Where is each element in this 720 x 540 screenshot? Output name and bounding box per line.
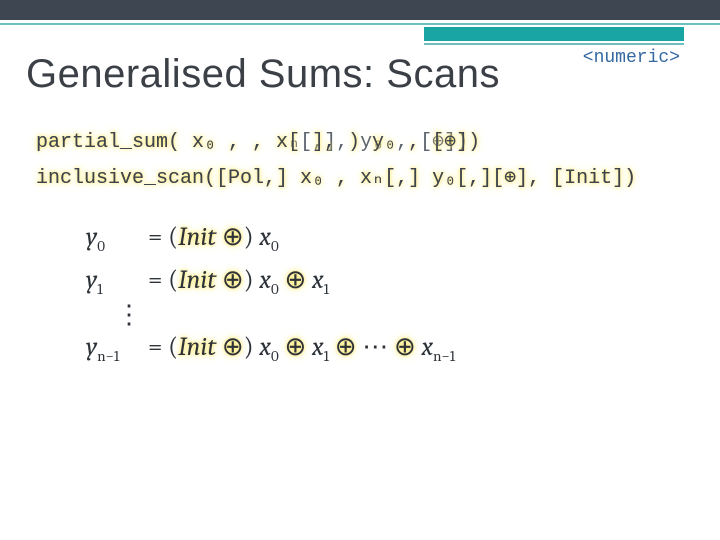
teal-band xyxy=(424,27,684,41)
vdots: ⋮ xyxy=(116,308,455,322)
slide: <numeric> Generalised Sums: Scans partia… xyxy=(0,0,720,540)
slide-body: partial_sum( x₀ , , xₙ[,], y₀ , [⊕]) par… xyxy=(36,128,690,200)
rule-under-band xyxy=(424,43,684,45)
sig2-highlight: inclusive_scan([Pol,] x₀ , xₙ[,] y₀[,][⊕… xyxy=(36,164,636,190)
math-block: y0= (Init ⊕) x0 y1= (Init ⊕) x0 ⊕ x1 ⋮ y… xyxy=(86,212,455,376)
signature-inclusive-scan: inclusive_scan([Pol,] x₀ , xₙ[,] y₀[,][⊕… xyxy=(36,164,690,196)
equation-y1: y1= (Init ⊕) x0 ⊕ x1 xyxy=(86,265,455,298)
equation-yn: yn−1= (Init ⊕) x0 ⊕ x1 ⊕ ⋯ ⊕ xn−1 xyxy=(86,332,455,365)
header-tag: <numeric> xyxy=(583,48,680,68)
signature-partial-sum: partial_sum( x₀ , , xₙ[,], y₀ , [⊕]) par… xyxy=(36,128,690,160)
top-bar xyxy=(0,0,720,20)
slide-title: Generalised Sums: Scans xyxy=(26,52,500,97)
sig1-highlight: partial_sum( x₀ , , x[ ], ) y₀ , [⊕]) xyxy=(36,128,480,154)
rule-line xyxy=(0,23,720,25)
equation-y0: y0= (Init ⊕) x0 xyxy=(86,222,455,255)
